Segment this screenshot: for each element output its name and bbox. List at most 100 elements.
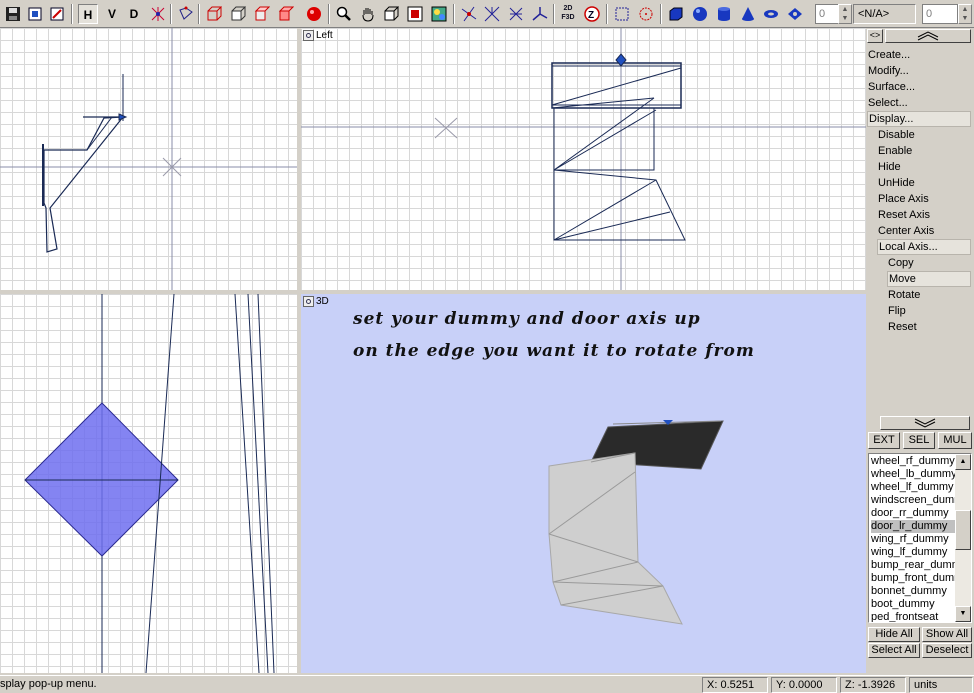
menu-surface[interactable]: Surface... xyxy=(868,79,915,95)
scroll-down-button[interactable] xyxy=(880,416,970,430)
mode-h-button[interactable]: H xyxy=(78,4,98,24)
status-x-coord: X: 0.5251 xyxy=(702,677,768,693)
add-torus-icon[interactable] xyxy=(761,4,781,24)
box-view-icon[interactable] xyxy=(381,4,401,24)
display-local-axis[interactable]: Local Axis... xyxy=(877,239,971,255)
status-bar: splay pop-up menu. X: 0.5251 Y: 0.0000 Z… xyxy=(0,675,974,693)
display-enable[interactable]: Enable xyxy=(878,143,912,159)
status-y-coord: Y: 0.0000 xyxy=(771,677,837,693)
list-item[interactable]: boot_dummy xyxy=(871,598,957,611)
object-list[interactable]: wheel_rf_dummy wheel_lb_dummy wheel_lf_d… xyxy=(868,453,972,623)
filter-sel-button[interactable]: SEL xyxy=(903,432,935,449)
viewport-left-wireframe xyxy=(301,28,866,290)
select-face-icon[interactable] xyxy=(506,4,526,24)
display-place-axis[interactable]: Place Axis xyxy=(878,191,929,207)
spin-right-field[interactable]: 0 xyxy=(922,4,958,24)
local-axis-flip[interactable]: Flip xyxy=(888,303,906,319)
axis-gizmo-icon[interactable] xyxy=(530,4,550,24)
list-item[interactable]: wing_rf_dummy xyxy=(871,533,957,546)
menu-select[interactable]: Select... xyxy=(868,95,908,111)
viewport-left[interactable]: Left xyxy=(301,28,866,290)
add-box-icon[interactable] xyxy=(666,4,686,24)
mode-v-button[interactable]: V xyxy=(102,4,122,24)
sphere-render-icon[interactable] xyxy=(304,4,324,24)
hide-all-button[interactable]: Hide All xyxy=(868,627,920,642)
list-item[interactable]: bonnet_dummy xyxy=(871,585,957,598)
pan-hand-icon[interactable] xyxy=(358,4,378,24)
add-cylinder-icon[interactable] xyxy=(714,4,734,24)
scroll-up-button[interactable] xyxy=(885,29,971,43)
rect-select-icon[interactable] xyxy=(612,4,632,24)
filter-mul-button[interactable]: MUL xyxy=(938,432,972,449)
viewport-3d[interactable]: 3D set your dummy and door axis up on th… xyxy=(301,294,866,673)
cube-solid-icon[interactable] xyxy=(276,4,296,24)
add-cone-icon[interactable] xyxy=(738,4,758,24)
viewport-front-wireframe xyxy=(24,294,275,673)
zoom-icon[interactable] xyxy=(334,4,354,24)
local-axis-copy[interactable]: Copy xyxy=(888,255,914,271)
spin-right-arrows[interactable]: ▲ ▼ xyxy=(958,4,972,24)
menu-modify[interactable]: Modify... xyxy=(868,63,909,79)
add-disc-icon[interactable] xyxy=(785,4,805,24)
double-chevron-down-icon xyxy=(914,418,936,428)
list-item[interactable]: wheel_lb_dummy xyxy=(871,468,957,481)
list-item[interactable]: windscreen_dummy xyxy=(871,494,957,507)
menu-create[interactable]: Create... xyxy=(868,47,910,63)
list-item-selected[interactable]: door_lr_dummy xyxy=(871,520,957,533)
select-edge-icon[interactable] xyxy=(482,4,502,24)
svg-text:Z: Z xyxy=(588,10,594,21)
menu-display[interactable]: Display... xyxy=(867,111,971,127)
add-sphere-icon[interactable] xyxy=(690,4,710,24)
circle-select-icon[interactable] xyxy=(636,4,656,24)
cube-outline-icon[interactable] xyxy=(228,4,248,24)
scroll-down-arrow-icon[interactable]: ▼ xyxy=(955,606,971,622)
viewport-front[interactable] xyxy=(0,294,297,673)
select-all-button[interactable]: Select All xyxy=(868,643,920,658)
list-item[interactable]: wheel_lf_dummy xyxy=(871,481,957,494)
list-item[interactable]: wing_lf_dummy xyxy=(871,546,957,559)
select-vertex-icon[interactable] xyxy=(459,4,479,24)
local-axis-move[interactable]: Move xyxy=(887,271,971,287)
viewport-3d-model xyxy=(548,420,724,625)
scroll-up-arrow-icon[interactable]: ▲ xyxy=(955,454,971,470)
command-panel: <> Create... Modify... Surface... Select… xyxy=(866,28,974,673)
status-units: units xyxy=(909,677,973,693)
vertex-scatter-icon[interactable] xyxy=(148,4,168,24)
export-icon[interactable] xyxy=(47,4,67,24)
local-axis-rotate[interactable]: Rotate xyxy=(888,287,920,303)
deselect-button[interactable]: Deselect xyxy=(922,643,972,658)
list-item[interactable]: wheel_rf_dummy xyxy=(871,455,957,468)
main-toolbar: H V D 2D F3D Z 0 ▲ ▼ <N/A> 0 ▲ ▼ xyxy=(0,0,974,28)
import-icon[interactable] xyxy=(25,4,45,24)
selection-dropdown[interactable]: <N/A> xyxy=(853,4,916,24)
save-icon[interactable] xyxy=(3,4,23,24)
viewport-top-wireframe xyxy=(0,28,297,290)
scroll-thumb[interactable] xyxy=(955,510,971,550)
filter-ext-button[interactable]: EXT xyxy=(868,432,900,449)
display-reset-axis[interactable]: Reset Axis xyxy=(878,207,930,223)
z-axis-icon[interactable]: Z xyxy=(582,4,602,24)
spin-left-field[interactable]: 0 xyxy=(815,4,839,24)
mode-d-button[interactable]: D xyxy=(124,4,144,24)
list-item[interactable]: bump_front_dummy xyxy=(871,572,957,585)
display-hide[interactable]: Hide xyxy=(878,159,901,175)
display-center-axis[interactable]: Center Axis xyxy=(878,223,934,239)
object-list-scrollbar[interactable]: ▲ ▼ xyxy=(955,454,971,622)
cube-shaded-icon[interactable] xyxy=(252,4,272,24)
local-axis-reset[interactable]: Reset xyxy=(888,319,917,335)
edge-tool-icon[interactable] xyxy=(176,4,196,24)
display-unhide[interactable]: UnHide xyxy=(878,175,915,191)
toggle-2d-3d-button[interactable]: 2D F3D xyxy=(558,4,578,24)
list-item[interactable]: door_rr_dummy xyxy=(871,507,957,520)
list-item[interactable]: ped_frontseat xyxy=(871,611,957,622)
display-disable[interactable]: Disable xyxy=(878,127,915,143)
zoom-extents-icon[interactable] xyxy=(405,4,425,24)
show-all-button[interactable]: Show All xyxy=(922,627,972,642)
list-item[interactable]: bump_rear_dummy xyxy=(871,559,957,572)
cube-wire-icon[interactable] xyxy=(204,4,224,24)
texture-view-icon[interactable] xyxy=(429,4,449,24)
status-z-coord: Z: -1.3926 xyxy=(840,677,906,693)
viewport-top[interactable] xyxy=(0,28,297,290)
panel-toggle-button[interactable]: <> xyxy=(867,29,883,43)
spin-left-arrows[interactable]: ▲ ▼ xyxy=(838,4,852,24)
